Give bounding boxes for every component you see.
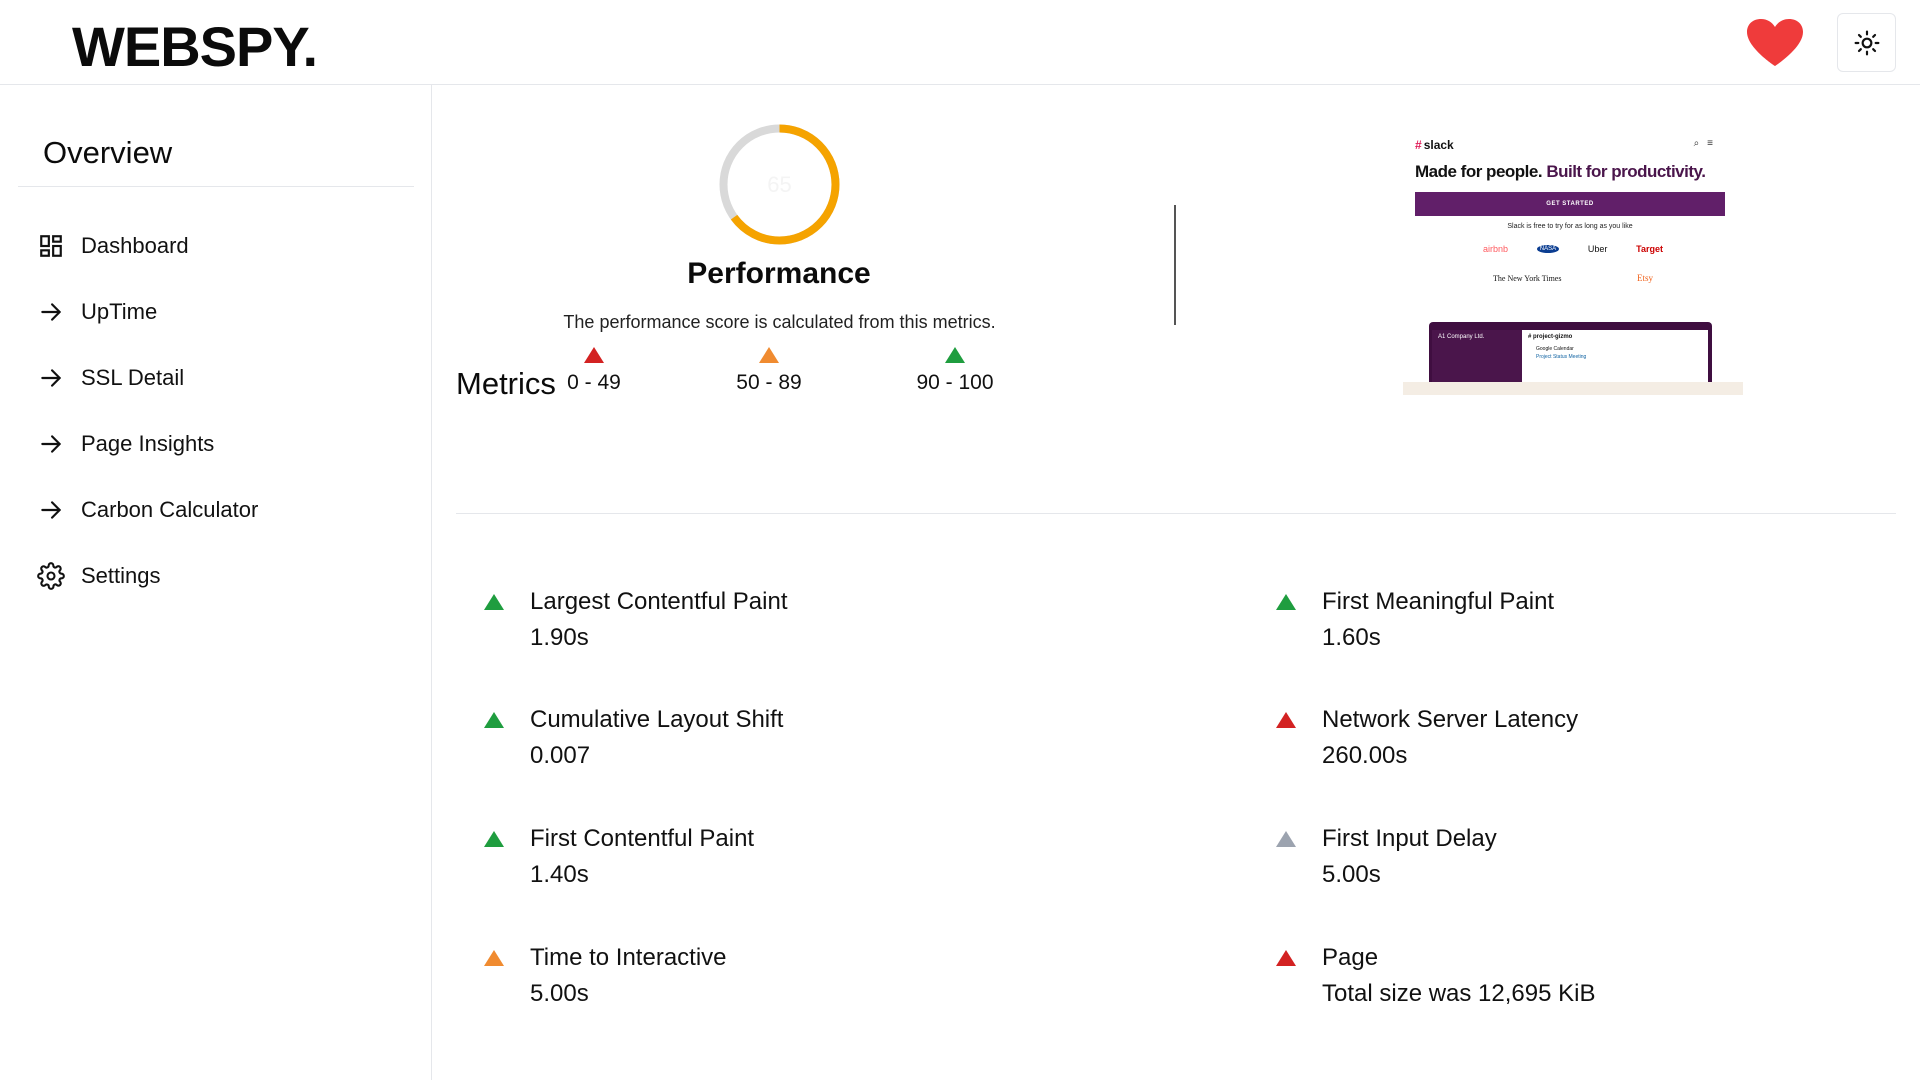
top-header: WEBSPY. — [0, 0, 1920, 85]
arrow-right-icon — [36, 363, 66, 393]
metric-value: 5.00s — [1322, 861, 1381, 888]
triangle-up-icon — [484, 712, 504, 728]
triangle-up-icon — [1276, 831, 1296, 847]
metric-page-size: Page Total size was 12,695 KiB — [1276, 944, 1836, 1014]
metric-name: First Meaningful Paint — [1322, 588, 1555, 615]
metric-first-input-delay: First Input Delay 5.00s — [1276, 825, 1836, 895]
metric-value: Total size was 12,695 KiB — [1322, 980, 1596, 1007]
sidebar-item-label: UpTime — [81, 299, 158, 324]
sidebar-item-page-insights[interactable]: Page Insights — [36, 424, 396, 464]
legend-range: 90 - 100 — [916, 371, 994, 394]
legend-range: 50 - 89 — [736, 371, 802, 394]
metric-value: 1.60s — [1322, 624, 1381, 651]
metric-value: 260.00s — [1322, 742, 1408, 769]
legend-average: 50 - 89 — [709, 347, 829, 395]
metric-network-server-latency: Network Server Latency 260.00s — [1276, 706, 1836, 776]
metric-name: Page — [1322, 944, 1379, 971]
sidebar-item-label: Settings — [81, 563, 161, 588]
metric-first-meaningful-paint: First Meaningful Paint 1.60s — [1276, 588, 1836, 658]
metric-value: 1.40s — [530, 861, 589, 888]
metric-name: First Input Delay — [1322, 825, 1497, 852]
sidebar-item-uptime[interactable]: UpTime — [36, 292, 396, 332]
arrow-right-icon — [36, 495, 66, 525]
dashboard-grid-icon — [36, 231, 66, 261]
preview-logos-row1: airbnb NASA Uber Target — [1483, 244, 1663, 254]
triangle-up-icon — [484, 950, 504, 966]
arrow-right-icon — [36, 429, 66, 459]
heart-icon[interactable] — [1745, 18, 1805, 68]
triangle-up-icon — [584, 347, 604, 363]
sidebar-divider — [18, 186, 414, 187]
metric-name: First Contentful Paint — [530, 825, 755, 852]
preview-headline: Made for people. Built for productivity. — [1415, 162, 1706, 181]
preview-logo: # slack — [1415, 138, 1454, 152]
legend-good: 90 - 100 — [895, 347, 1015, 395]
sidebar-item-dashboard[interactable]: Dashboard — [36, 226, 396, 266]
triangle-up-icon — [1276, 712, 1296, 728]
theme-toggle-button[interactable] — [1837, 13, 1896, 72]
sidebar-item-label: Carbon Calculator — [81, 497, 259, 522]
triangle-up-icon — [1276, 950, 1296, 966]
sidebar: Overview Dashboard UpTime SSL Detail Pag… — [0, 85, 432, 1080]
sidebar-item-settings[interactable]: Settings — [36, 556, 396, 596]
metric-name: Time to Interactive — [530, 944, 727, 971]
metric-value: 5.00s — [530, 980, 589, 1007]
performance-description: The performance score is calculated from… — [563, 312, 996, 332]
metric-time-to-interactive: Time to Interactive 5.00s — [484, 944, 1044, 1014]
performance-title: Performance — [687, 257, 871, 290]
performance-score-value: 65 — [767, 171, 792, 197]
metric-name: Cumulative Layout Shift — [530, 706, 784, 733]
sidebar-item-label: SSL Detail — [81, 365, 185, 390]
metric-first-contentful-paint: First Contentful Paint 1.40s — [484, 825, 1044, 895]
sidebar-item-ssl-detail[interactable]: SSL Detail — [36, 358, 396, 398]
preview-cta: GET STARTED — [1415, 192, 1725, 216]
triangle-up-icon — [1276, 594, 1296, 610]
triangle-up-icon — [945, 347, 965, 363]
metric-name: Network Server Latency — [1322, 706, 1579, 733]
section-divider — [1174, 205, 1176, 325]
preview-note: Slack is free to try for as long as you … — [1507, 223, 1633, 230]
preview-toolbar-icons: ⌕≡ — [1693, 138, 1721, 149]
triangle-up-icon — [759, 347, 779, 363]
metrics-divider — [456, 513, 1896, 514]
page-screenshot-preview[interactable]: # slack ⌕≡ Made for people. Built for pro… — [1403, 130, 1743, 395]
preview-bottom-band — [1403, 382, 1743, 395]
performance-score-gauge: 65 — [717, 122, 842, 247]
metric-cumulative-layout-shift: Cumulative Layout Shift 0.007 — [484, 706, 1044, 776]
sidebar-item-label: Dashboard — [81, 233, 189, 258]
triangle-up-icon — [484, 831, 504, 847]
arrow-right-icon — [36, 297, 66, 327]
sun-icon — [1854, 30, 1879, 55]
preview-logos-row2: The New York Times Etsy — [1493, 273, 1653, 283]
sidebar-title: Overview — [43, 135, 173, 170]
metric-largest-contentful-paint: Largest Contentful Paint 1.90s — [484, 588, 1044, 658]
metric-name: Largest Contentful Paint — [530, 588, 788, 615]
metrics-title: Metrics — [456, 366, 556, 401]
app-logo[interactable]: WEBSPY. — [72, 14, 318, 79]
metric-value: 0.007 — [530, 742, 591, 769]
metric-value: 1.90s — [530, 624, 589, 651]
sidebar-item-carbon-calculator[interactable]: Carbon Calculator — [36, 490, 396, 530]
sidebar-item-label: Page Insights — [81, 431, 215, 456]
main-content: 65 Performance The performance score is … — [432, 85, 1920, 1080]
triangle-up-icon — [484, 594, 504, 610]
gear-icon — [36, 561, 66, 591]
